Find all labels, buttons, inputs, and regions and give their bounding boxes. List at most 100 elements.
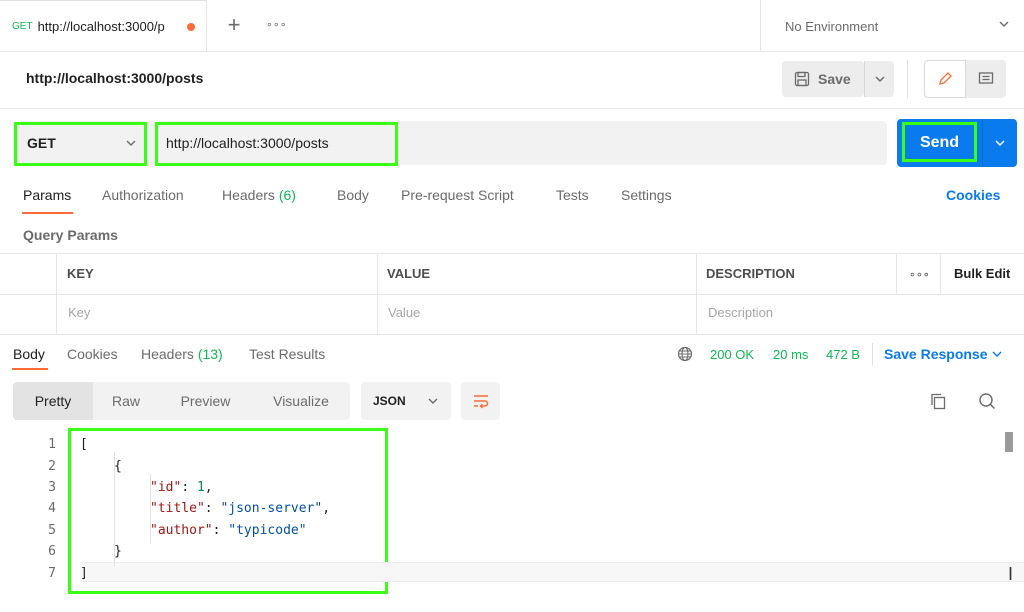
response-status[interactable]: 200 OK [710,347,754,362]
table-divider [696,254,697,334]
active-tab-underline [12,368,48,370]
response-tab-body[interactable]: Body [13,346,45,362]
save-button[interactable]: Save [782,61,864,97]
json-brace: { [114,459,122,474]
response-tab-cookies[interactable]: Cookies [67,346,118,362]
divider [0,108,1024,109]
view-mode-group: Pretty Raw Preview Visualize [13,382,350,420]
tab-headers[interactable]: Headers (6) [222,187,296,203]
table-divider [896,254,897,294]
save-response-button[interactable]: Save Response [884,346,1003,362]
table-divider [940,254,941,294]
edit-button[interactable] [924,60,966,98]
code-line: ] [80,566,88,581]
json-key: "author" [150,523,213,538]
chevron-down-icon [126,140,136,146]
query-params-table: KEY VALUE DESCRIPTION ∘∘∘ Bulk Edit Key … [0,253,1024,335]
save-icon [794,71,810,87]
visualize-button[interactable]: Visualize [252,382,350,420]
response-tab-test-results[interactable]: Test Results [249,346,325,362]
response-time[interactable]: 20 ms [773,347,808,362]
tab-headers-count: (6) [278,187,296,203]
column-header-key: KEY [67,266,94,281]
send-button[interactable]: Send [897,119,982,167]
tab-body[interactable]: Body [337,187,369,203]
scrollbar-thumb[interactable] [1005,432,1013,452]
response-tab-headers-label: Headers [141,346,194,362]
preview-button[interactable]: Preview [159,382,252,420]
response-tab-headers[interactable]: Headers (13) [141,346,223,362]
code-line: "id": 1, [150,480,213,495]
line-number: 1 [48,437,56,452]
wrap-lines-button[interactable] [461,382,500,420]
method-select[interactable]: GET [17,121,145,165]
json-bracket: [ [80,437,88,452]
comment-icon [978,72,994,84]
json-value: "json-server" [220,501,323,516]
indent-guide [114,452,115,566]
text-cursor-icon: I [1008,564,1014,584]
url-value: http://localhost:3000/posts [166,135,329,151]
active-tab-underline [22,212,73,214]
json-key: "title" [150,501,205,516]
environment-label: No Environment [785,18,879,34]
value-input[interactable]: Value [388,305,420,320]
code-line: } [114,544,122,559]
send-dropdown[interactable] [982,119,1017,167]
pencil-icon [939,72,952,85]
copy-icon[interactable] [928,391,948,411]
pretty-button[interactable]: Pretty [13,382,93,420]
method-label: GET [27,135,56,151]
json-key: "id" [150,480,182,495]
line-number: 5 [48,523,56,538]
response-tab-headers-count: (13) [197,346,223,362]
code-line: "title": "json-server", [150,501,331,516]
environment-select[interactable]: No Environment [760,0,1024,52]
tab-pre-request-script[interactable]: Pre-request Script [401,187,514,203]
language-label: JSON [373,394,406,408]
response-body-editor[interactable]: 1 2 3 4 5 6 7 [ { "id": 1, "title": "jso… [0,432,1024,612]
divider [907,60,908,98]
more-icon[interactable]: ∘∘∘ [266,18,287,31]
request-title[interactable]: http://localhost:3000/posts [26,70,203,86]
globe-icon[interactable] [677,346,693,362]
request-tab[interactable]: GET http://localhost:3000/p [0,0,207,52]
line-number: 3 [48,480,56,495]
indent-guide [150,474,151,544]
raw-button[interactable]: Raw [93,382,159,420]
description-input[interactable]: Description [708,305,773,320]
code-line: "author": "typicode" [150,523,307,538]
url-input[interactable]: http://localhost:3000/posts [146,121,887,165]
line-number: 6 [48,544,56,559]
more-icon[interactable]: ∘∘∘ [909,268,930,281]
line-number: 7 [48,566,56,581]
cookies-link[interactable]: Cookies [946,187,1000,203]
documentation-button[interactable] [966,60,1006,98]
tab-params[interactable]: Params [23,187,71,203]
chevron-down-icon [875,76,884,82]
column-header-value: VALUE [387,266,431,281]
tab-authorization[interactable]: Authorization [102,187,184,203]
key-input[interactable]: Key [68,305,90,320]
table-divider [56,254,57,334]
language-select[interactable]: JSON [361,382,451,420]
chevron-down-icon [999,21,1009,27]
table-divider [377,254,378,334]
tab-settings[interactable]: Settings [621,187,672,203]
code-line: [ [80,437,88,452]
save-dropdown[interactable] [864,61,894,97]
response-size[interactable]: 472 B [826,347,860,362]
save-label: Save [818,71,851,87]
tab-tests[interactable]: Tests [556,187,589,203]
code-line: { [114,459,122,474]
chevron-down-icon [995,140,1005,147]
json-brace: } [114,544,122,559]
plus-icon[interactable]: + [224,12,244,38]
bulk-edit-button[interactable]: Bulk Edit [954,266,1010,281]
search-icon[interactable] [977,391,997,411]
line-number: 4 [48,501,56,516]
json-value: 1 [196,480,205,495]
tab-method: GET [12,21,33,32]
unsaved-dot-icon [186,22,195,31]
tab-url: http://localhost:3000/p [37,19,165,34]
